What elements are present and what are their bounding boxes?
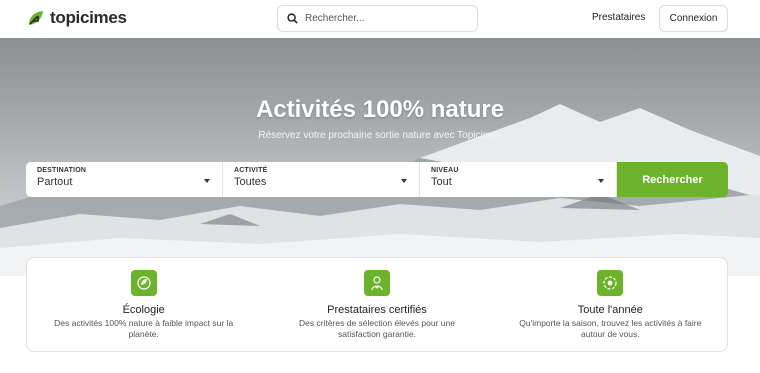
nav-providers-link[interactable]: Prestataires bbox=[592, 12, 645, 23]
destination-value: Partout bbox=[37, 176, 73, 188]
feature-title: Prestataires certifiés bbox=[327, 304, 427, 316]
destination-select[interactable]: DESTINATION Partout bbox=[26, 162, 223, 197]
feature-title: Écologie bbox=[122, 304, 165, 316]
activity-label: ACTIVITÉ bbox=[234, 167, 268, 174]
search-icon bbox=[287, 13, 298, 24]
chevron-down-icon bbox=[204, 179, 210, 183]
chevron-down-icon bbox=[598, 179, 604, 183]
brand-logo[interactable]: topicimes bbox=[26, 8, 127, 28]
search-filter-bar: DESTINATION Partout ACTIVITÉ Toutes NIVE… bbox=[26, 162, 728, 197]
hero-banner: Activités 100% nature Réservez votre pro… bbox=[0, 38, 760, 276]
feature-title: Toute l'année bbox=[577, 304, 643, 316]
level-label: NIVEAU bbox=[431, 167, 459, 174]
search-box[interactable] bbox=[277, 5, 478, 32]
hero-title: Activités 100% nature bbox=[255, 96, 505, 123]
hero-subtitle: Réservez votre prochaine sortie nature a… bbox=[258, 130, 502, 141]
mountain-background-image bbox=[0, 104, 760, 276]
leaf-logo-icon bbox=[29, 11, 43, 25]
feature-year-round: Toute l'année Qu'importe la saison, trou… bbox=[494, 258, 727, 351]
ecology-icon bbox=[130, 270, 157, 296]
feature-certified-providers: Prestataires certifiés Des critères de s… bbox=[260, 258, 493, 351]
feature-description: Qu'importe la saison, trouvez les activi… bbox=[519, 318, 702, 340]
activity-value: Toutes bbox=[234, 176, 267, 188]
level-value: Tout bbox=[431, 176, 452, 188]
year-round-icon bbox=[597, 270, 624, 296]
destination-label: DESTINATION bbox=[37, 167, 87, 174]
features-card: Écologie Des activités 100% nature à fai… bbox=[26, 257, 728, 352]
feature-description: Des critères de sélection élevés pour un… bbox=[299, 318, 455, 340]
feature-ecology: Écologie Des activités 100% nature à fai… bbox=[27, 258, 260, 351]
search-button[interactable]: Rechercher bbox=[617, 162, 728, 197]
chevron-down-icon bbox=[401, 179, 407, 183]
level-select[interactable]: NIVEAU Tout bbox=[420, 162, 617, 197]
brand-name: topicimes bbox=[50, 8, 127, 27]
certified-provider-icon bbox=[363, 270, 390, 296]
site-header: topicimes Prestataires Connexion bbox=[0, 0, 760, 38]
activity-select[interactable]: ACTIVITÉ Toutes bbox=[223, 162, 420, 197]
feature-description: Des activités 100% nature à faible impac… bbox=[54, 318, 234, 340]
login-button[interactable]: Connexion bbox=[659, 5, 728, 32]
search-input[interactable] bbox=[305, 13, 465, 24]
